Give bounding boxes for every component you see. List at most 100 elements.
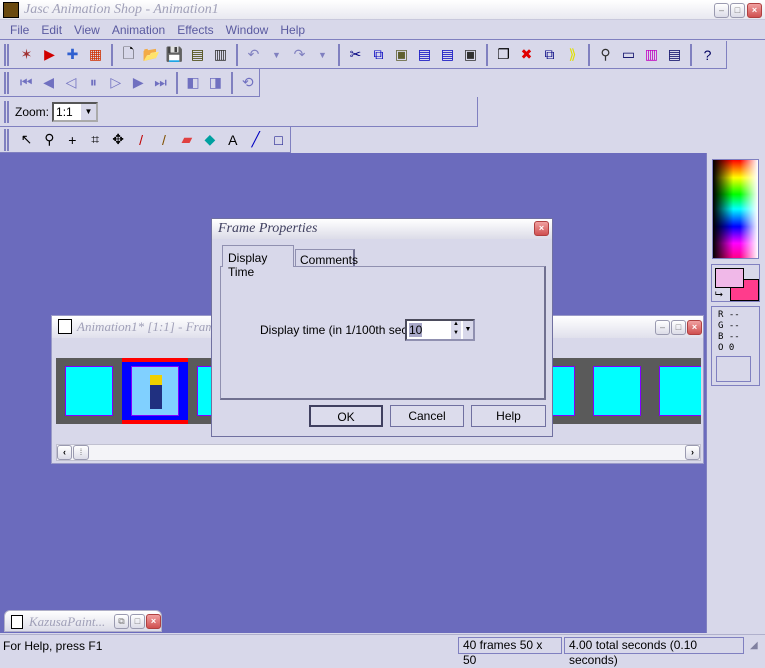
menu-edit[interactable]: Edit [35, 23, 68, 37]
minimized-window[interactable]: KazusaPaint... ⧉ □ × [4, 610, 162, 632]
chevron-down-icon[interactable]: ▼ [81, 103, 97, 120]
toolbar-grip[interactable] [4, 100, 9, 123]
menu-file[interactable]: File [4, 23, 35, 37]
cut-icon[interactable]: ✂ [345, 44, 367, 66]
zoom-icon[interactable]: ⚲ [38, 129, 60, 151]
minimize-button[interactable]: – [714, 3, 729, 18]
duplicate-icon[interactable]: ❐ [493, 44, 515, 66]
dropdown-icon[interactable]: ▼ [463, 321, 473, 339]
open-icon[interactable]: 📂 [141, 44, 163, 66]
loop-icon[interactable]: ⟲ [237, 72, 258, 94]
crosshair-icon[interactable]: + [61, 129, 83, 151]
menu-effects[interactable]: Effects [171, 23, 219, 37]
tab-comments[interactable]: Comments [295, 249, 358, 267]
scroll-left-button[interactable]: ‹ [57, 445, 72, 460]
zoom-label: Zoom: [15, 104, 50, 119]
scroll-right-button[interactable]: › [685, 445, 700, 460]
frame-thumbnail[interactable] [593, 366, 641, 416]
pause-icon[interactable]: ⏸ [83, 72, 104, 94]
toolbar-grip[interactable] [4, 128, 9, 151]
animation-wizard-icon[interactable]: ✶ [16, 44, 38, 66]
next-frame-icon[interactable]: ▶ [128, 72, 149, 94]
new-icon[interactable]: 🗋 [118, 44, 140, 66]
horizontal-scrollbar[interactable]: ‹ ⁞ › [56, 444, 701, 461]
close-button[interactable]: × [534, 221, 549, 236]
close-button[interactable]: × [146, 614, 161, 629]
undo-icon[interactable]: ↶ [243, 44, 265, 66]
last-frame-icon[interactable]: ⏭ [150, 72, 171, 94]
zoom-select[interactable]: 1:1 ▼ [52, 101, 99, 122]
browse-icon[interactable]: ▥ [210, 44, 232, 66]
copy-frames-icon[interactable]: ⧉ [539, 44, 561, 66]
fill-icon[interactable]: ◆ [199, 129, 221, 151]
context-help-icon[interactable]: ? [697, 44, 719, 66]
cancel-button[interactable]: Cancel [390, 405, 464, 427]
first-frame-icon[interactable]: ⏮ [15, 72, 36, 94]
paste-into-icon[interactable]: ▣ [460, 44, 482, 66]
redo-dropdown-icon[interactable]: ▼ [312, 44, 334, 66]
spin-up-icon[interactable]: ▲ [451, 321, 461, 330]
maximize-button[interactable]: □ [730, 3, 745, 18]
zoom-tool-icon[interactable]: ⚲ [595, 44, 617, 66]
paintbrush-icon[interactable]: / [153, 129, 175, 151]
dropper-icon[interactable]: / [130, 129, 152, 151]
paste-before-icon[interactable]: ▤ [414, 44, 436, 66]
menu-animation[interactable]: Animation [106, 23, 171, 37]
next-key-icon[interactable]: ◨ [205, 72, 226, 94]
step-forward-icon[interactable]: ▷ [105, 72, 126, 94]
minimize-button[interactable]: – [655, 320, 670, 335]
display-time-label: Display time (in 1/100th sec): [260, 323, 415, 337]
optimization-wizard-icon[interactable]: ✚ [62, 44, 84, 66]
paste-new-animation-icon[interactable]: ▣ [391, 44, 413, 66]
paste-after-icon[interactable]: ▤ [437, 44, 459, 66]
move-icon[interactable]: ✥ [107, 129, 129, 151]
frame-thumbnail[interactable] [65, 366, 113, 416]
palette-icon[interactable]: ▦ [85, 44, 107, 66]
foreground-color-swatch[interactable] [715, 268, 744, 288]
copy-icon[interactable]: ⧉ [368, 44, 390, 66]
restore-button[interactable]: ⧉ [114, 614, 129, 629]
character-sprite [150, 375, 162, 409]
menu-view[interactable]: View [68, 23, 106, 37]
crop-icon[interactable]: ⌗ [84, 129, 106, 151]
menu-help[interactable]: Help [274, 23, 311, 37]
frame-thumbnail[interactable] [659, 366, 701, 416]
delete-icon[interactable]: ✖ [516, 44, 538, 66]
text-icon[interactable]: A [222, 129, 244, 151]
menu-window[interactable]: Window [220, 23, 275, 37]
frame-properties-icon[interactable]: ▭ [618, 44, 640, 66]
swap-colors-icon[interactable]: ⮡ [715, 289, 723, 300]
toolbar-separator [588, 43, 590, 66]
save-as-icon[interactable]: ▤ [187, 44, 209, 66]
maximize-button[interactable]: □ [671, 320, 686, 335]
scroll-thumb[interactable]: ⁞ [73, 445, 89, 460]
color-palette[interactable] [712, 159, 759, 259]
close-button[interactable]: × [747, 3, 762, 18]
rectangle-icon[interactable]: □ [268, 129, 290, 151]
frame-thumbnail[interactable] [131, 366, 179, 416]
resize-grip-icon[interactable]: ◢ [750, 640, 758, 651]
close-button[interactable]: × [687, 320, 702, 335]
redo-icon[interactable]: ↷ [289, 44, 311, 66]
undo-dropdown-icon[interactable]: ▼ [266, 44, 288, 66]
line-icon[interactable]: ╱ [245, 129, 267, 151]
transitions-icon[interactable]: ⟫ [562, 44, 584, 66]
prev-key-icon[interactable]: ◧ [182, 72, 203, 94]
previous-frame-icon[interactable]: ◀ [38, 72, 59, 94]
maximize-button[interactable]: □ [130, 614, 145, 629]
tab-display-time[interactable]: Display Time [222, 245, 294, 279]
toolbar-grip[interactable] [4, 71, 9, 94]
spin-down-icon[interactable]: ▼ [451, 330, 461, 339]
help-button[interactable]: Help [471, 405, 546, 427]
colors-icon[interactable]: ▥ [641, 44, 663, 66]
ok-button[interactable]: OK [309, 405, 383, 427]
step-back-icon[interactable]: ◁ [60, 72, 81, 94]
display-time-input[interactable]: 10 ▲ ▼ ▼ [405, 319, 475, 341]
toolbar-grip[interactable] [4, 43, 9, 66]
banner-wizard-icon[interactable]: ▶ [39, 44, 61, 66]
arrow-icon[interactable]: ↖ [16, 129, 38, 151]
eraser-icon[interactable]: ▰ [176, 129, 198, 151]
film-strip-icon[interactable]: ▤ [664, 44, 686, 66]
save-icon[interactable]: 💾 [164, 44, 186, 66]
menu-bar: File Edit View Animation Effects Window Help [0, 20, 765, 40]
